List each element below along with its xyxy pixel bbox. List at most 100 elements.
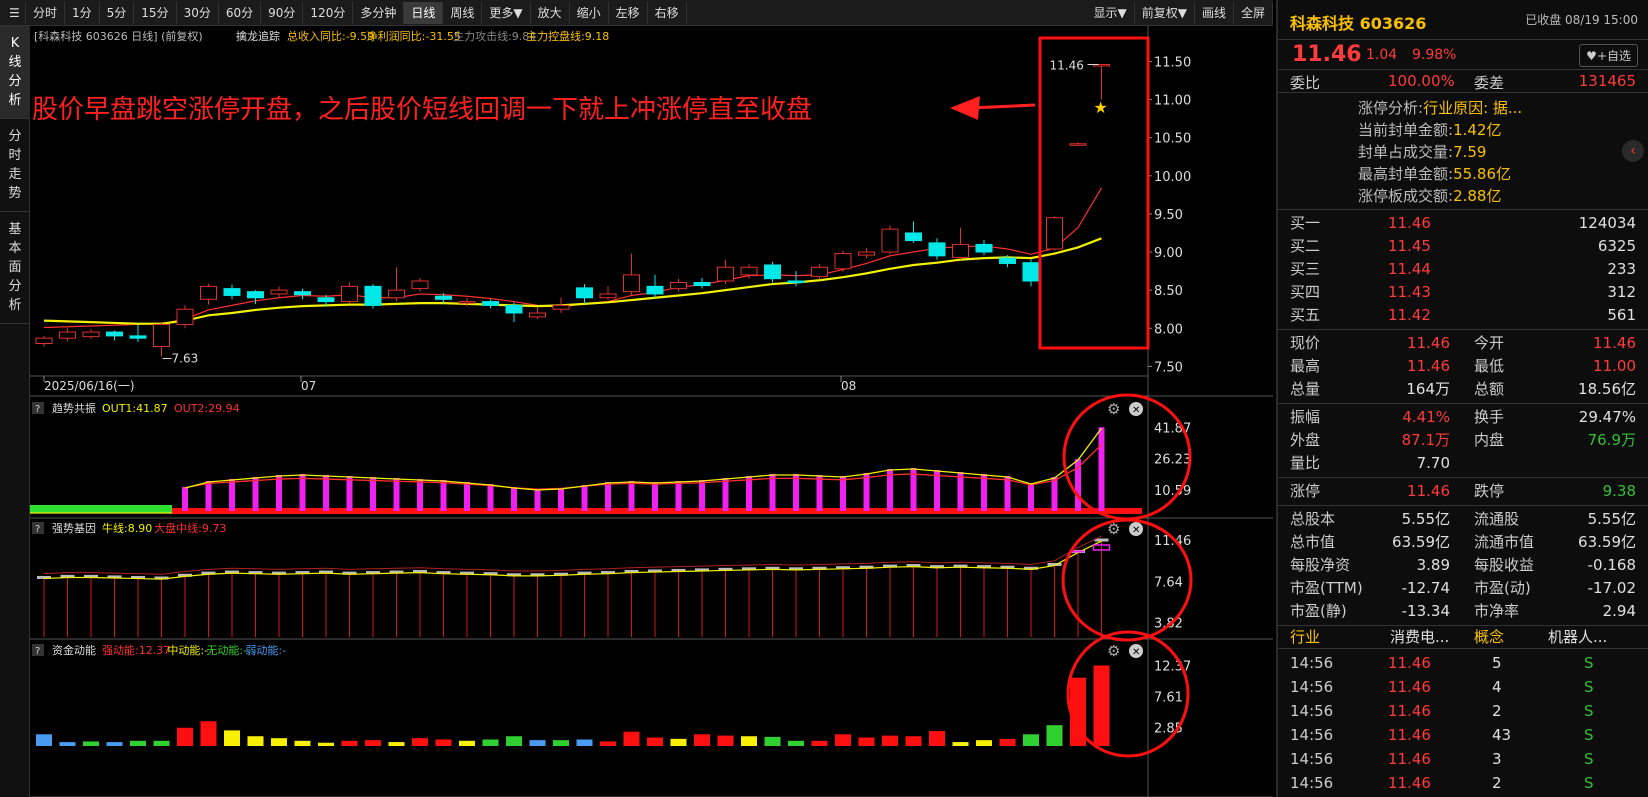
period-button-6[interactable]: 90分 [261,1,304,24]
period-button-0[interactable]: 分时 [26,1,66,24]
fund-bar [976,740,992,746]
sub-indicator-value: OUT1:41.87 [102,402,168,415]
nav-tab-1[interactable]: 分时走势 [0,119,30,212]
stat-value: 7.70 [1416,454,1450,472]
tick-row: 14:56 11.46 43 S [1278,723,1648,747]
period-button-3[interactable]: 15分 [134,1,177,24]
period-button-1[interactable]: 1分 [65,1,100,24]
stats-price: 现价 11.46 今开 11.46 最高 11.46 最低 11.00 总量 164万 总额 18.5… [1278,330,1648,404]
industry-row: 行业 消费电... 概念 机器人... [1278,626,1648,649]
candle-body [59,331,76,339]
period-button-13[interactable]: 缩小 [570,1,609,24]
candle-body [411,280,429,290]
industry-value[interactable]: 消费电... [1390,626,1449,649]
resonance-bar [1028,483,1034,511]
limit-info-key: 封单占成交量: [1358,143,1454,161]
limit-info-value: 2.88亿 [1453,187,1502,205]
sub-indicator-value: 无动能:- [206,643,247,657]
sub-indicator-value: OUT2:29.94 [174,402,240,415]
fund-bar [670,738,687,746]
fund-bar [647,737,663,746]
tick-price: 11.46 [1388,726,1431,744]
stat-row: 每股净资 3.89 每股收益 -0.168 [1278,554,1648,577]
stock-name: 科森科技 603626 [1290,14,1427,33]
stat-value: -13.34 [1401,602,1450,620]
toolbar-right-button-1[interactable]: 前复权▼ [1135,1,1195,24]
close-icon-glyph: ✕ [1132,647,1140,658]
candle-body [176,308,194,325]
main-indicator-name: 擒龙追踪 [236,29,280,43]
period-button-11[interactable]: 更多▼ [482,1,531,24]
toolbar-right-button-0[interactable]: 显示▼ [1087,1,1135,24]
tick-time: 14:56 [1290,726,1334,744]
fund-bar [36,734,52,746]
period-button-8[interactable]: 多分钟 [353,1,405,24]
period-button-14[interactable]: 左移 [609,1,648,24]
stat-value: 11.46 [1407,482,1450,500]
tick-time: 14:56 [1290,702,1334,720]
bid-price: 11.44 [1388,260,1431,278]
tick-row: 14:56 11.46 2 S [1278,771,1648,795]
stat-label: 内盘 [1474,431,1505,449]
fund-bar [600,741,616,746]
limit-info-row: 封单占成交量:7.59 [1358,141,1648,163]
period-button-15[interactable]: 右移 [648,1,687,24]
stat-row: 市盈(TTM) -12.74 市盈(动) -17.02 [1278,577,1648,600]
fund-bar [694,734,710,746]
resonance-bar [863,473,870,511]
help-icon-glyph: ? [35,646,40,657]
resonance-bar [605,482,611,511]
low-price-label: 7.63 [172,351,199,365]
resonance-bar [957,472,964,511]
tick-time: 14:56 [1290,774,1334,792]
period-button-4[interactable]: 30分 [177,1,219,24]
stat-value: 5.55亿 [1587,510,1636,528]
menu-toggle-button[interactable]: ☰ [2,1,26,24]
candle-body [388,289,405,299]
stat-label: 总额 [1474,380,1505,398]
stat-label: 流通市值 [1474,533,1535,551]
nav-tab-2[interactable]: 基本面分析 [0,212,30,324]
add-watchlist-button[interactable]: ♥+自选 [1579,44,1638,67]
collapse-arrow-icon[interactable]: ‹ [1622,140,1644,162]
stat-row: 涨停 11.46 跌停 9.38 [1278,480,1648,503]
sub-indicator-value: 大盘中线:9.73 [154,521,226,535]
candle-body [247,291,264,299]
annotation-text: 股价早盘跳空涨停开盘，之后股价短线回调一下就上冲涨停直至收盘 [32,95,812,125]
nav-tab-0[interactable]: K线分析 [0,26,30,119]
period-button-10[interactable]: 周线 [443,1,483,24]
bid-price: 11.43 [1388,283,1431,301]
toolbar-right-button-2[interactable]: 画线 [1195,1,1234,24]
limit-info-value: 55.86亿 [1453,165,1512,183]
resonance-bar [252,477,259,511]
candle [1046,216,1063,251]
candle [834,250,852,272]
period-button-7[interactable]: 120分 [303,1,354,24]
fund-bar [506,736,522,746]
stat-value: 63.59亿 [1392,533,1450,551]
tick-price: 11.46 [1388,654,1431,672]
candle-body [1022,262,1040,282]
stat-label: 振幅 [1290,408,1321,426]
stat-value: 11.46 [1593,334,1636,352]
candle-body [82,331,100,338]
period-button-12[interactable]: 放大 [531,1,570,24]
stat-row: 总股本 5.55亿 流通股 5.55亿 [1278,508,1648,531]
bid-label: 买二 [1290,237,1321,255]
toolbar-right-button-3[interactable]: 全屏 [1234,1,1273,24]
candle-body [106,331,123,337]
concept-value[interactable]: 机器人... [1548,626,1607,649]
period-button-5[interactable]: 60分 [219,1,262,24]
period-button-9[interactable]: 日线 [404,1,444,24]
bid-label: 买三 [1290,260,1321,278]
resonance-bar [699,480,705,511]
tick-row: 14:56 11.46 3 S [1278,747,1648,771]
main-metric: 净利润同比:-31.55 [367,29,461,43]
resonance-bar [464,482,470,511]
period-button-2[interactable]: 5分 [100,1,135,24]
resonance-bar [229,479,235,511]
candle-body [975,243,993,253]
weicha-label: 委差 [1474,74,1505,92]
green-band [30,505,172,513]
tick-price: 11.46 [1388,750,1431,768]
